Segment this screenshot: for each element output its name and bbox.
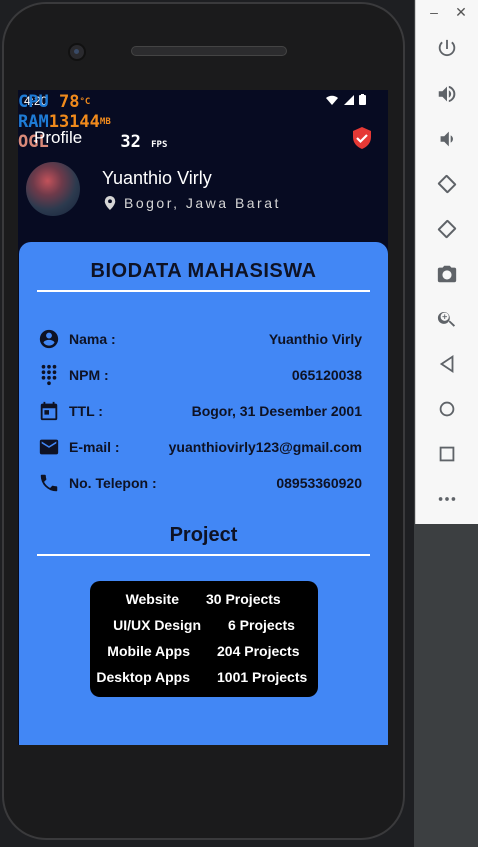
email-value: yuanthiovirly123@gmail.com bbox=[168, 439, 362, 455]
more-button[interactable] bbox=[433, 485, 461, 513]
project-row: Website 30 Projects bbox=[90, 591, 318, 617]
volume-up-icon bbox=[438, 85, 456, 103]
nama-label: Nama : bbox=[69, 331, 116, 347]
cpu-value: 78 bbox=[58, 92, 80, 112]
ttl-value: Bogor, 31 Desember 2001 bbox=[191, 403, 362, 419]
project-title: Project bbox=[169, 524, 238, 546]
status-icons bbox=[326, 94, 366, 108]
shield-check-icon[interactable] bbox=[352, 127, 372, 149]
project-name: Desktop Apps bbox=[96, 669, 190, 685]
rotate-right-icon bbox=[437, 219, 457, 239]
phone-icon bbox=[40, 474, 58, 492]
project-divider bbox=[37, 554, 370, 556]
npm-value: 065120038 bbox=[291, 367, 362, 383]
more-horiz-icon bbox=[438, 497, 456, 501]
profile-location: Bogor, Jawa Barat bbox=[104, 195, 281, 211]
email-icon bbox=[39, 439, 59, 455]
rotate-left-button[interactable] bbox=[433, 170, 461, 198]
project-count: 204 Projects bbox=[217, 643, 300, 659]
biodata-card: BIODATA MAHASISWA Nama : Yuanthio Virly … bbox=[19, 242, 388, 745]
screenshot-button[interactable] bbox=[433, 260, 461, 288]
volume-down-button[interactable] bbox=[433, 125, 461, 153]
back-triangle-icon bbox=[439, 354, 454, 374]
npm-label: NPM : bbox=[69, 367, 109, 383]
fps-value: 32 bbox=[120, 132, 141, 152]
close-button[interactable]: ✕ bbox=[453, 4, 469, 21]
project-name: Website bbox=[125, 591, 179, 607]
location-text: Bogor, Jawa Barat bbox=[124, 195, 281, 211]
project-row: Mobile Apps 204 Projects bbox=[90, 643, 318, 669]
overview-square-icon bbox=[439, 446, 455, 462]
info-row-nama: Nama : Yuanthio Virly bbox=[37, 326, 362, 354]
cpu-unit: °C bbox=[79, 97, 91, 107]
info-row-npm: NPM : 065120038 bbox=[37, 362, 362, 390]
location-pin-icon bbox=[104, 196, 116, 210]
earpiece-speaker bbox=[131, 46, 287, 56]
zoom-button[interactable] bbox=[433, 305, 461, 333]
home-circle-icon bbox=[439, 401, 455, 417]
project-count: 6 Projects bbox=[228, 617, 295, 633]
title-divider bbox=[37, 290, 370, 292]
battery-icon bbox=[359, 94, 366, 105]
rotate-right-button[interactable] bbox=[433, 215, 461, 243]
fps-unit: FPS bbox=[151, 140, 168, 150]
telepon-value: 08953360920 bbox=[276, 475, 362, 491]
power-icon bbox=[438, 39, 456, 57]
account-circle-icon bbox=[39, 329, 59, 349]
app-screen: 4:20 CPU 78°C RAM13144MB OGL 32 FPS Prof… bbox=[18, 90, 388, 745]
wifi-icon bbox=[326, 95, 339, 105]
power-button[interactable] bbox=[433, 35, 461, 63]
calendar-icon bbox=[40, 401, 58, 421]
project-row: UI/UX Design 6 Projects bbox=[90, 617, 318, 643]
project-row: Desktop Apps 1001 Projects bbox=[90, 669, 318, 695]
page-title: Profile bbox=[34, 128, 83, 147]
project-count: 30 Projects bbox=[206, 591, 281, 607]
project-name: Mobile Apps bbox=[107, 643, 190, 659]
nama-value: Yuanthio Virly bbox=[268, 331, 362, 347]
minimize-button[interactable]: – bbox=[426, 4, 442, 20]
volume-up-button[interactable] bbox=[433, 80, 461, 108]
dialpad-icon bbox=[41, 364, 57, 386]
signal-icon bbox=[343, 95, 354, 105]
biodata-title: BIODATA MAHASISWA bbox=[90, 260, 317, 282]
back-button[interactable] bbox=[433, 350, 461, 378]
avatar bbox=[26, 162, 80, 216]
overview-button[interactable] bbox=[433, 440, 461, 468]
rotate-left-icon bbox=[437, 174, 457, 194]
zoom-in-icon bbox=[437, 311, 456, 327]
emulator-controls: – ✕ bbox=[415, 0, 478, 524]
ttl-label: TTL : bbox=[69, 403, 103, 419]
volume-down-icon bbox=[440, 131, 453, 147]
camera-icon bbox=[437, 265, 457, 283]
profile-name: Yuanthio Virly bbox=[102, 168, 212, 188]
info-row-ttl: TTL : Bogor, 31 Desember 2001 bbox=[37, 398, 362, 426]
project-name: UI/UX Design bbox=[113, 617, 201, 633]
project-count: 1001 Projects bbox=[217, 669, 308, 685]
front-camera bbox=[68, 43, 86, 61]
email-label: E-mail : bbox=[69, 439, 120, 455]
cpu-label: CPU bbox=[18, 92, 49, 112]
home-button[interactable] bbox=[433, 395, 461, 423]
telepon-label: No. Telepon : bbox=[69, 475, 157, 491]
ram-unit: MB bbox=[99, 117, 111, 127]
info-row-telepon: No. Telepon : 08953360920 bbox=[37, 470, 362, 498]
project-stats-box: Website 30 Projects UI/UX Design 6 Proje… bbox=[90, 581, 318, 697]
info-row-email: E-mail : yuanthiovirly123@gmail.com bbox=[37, 434, 362, 462]
